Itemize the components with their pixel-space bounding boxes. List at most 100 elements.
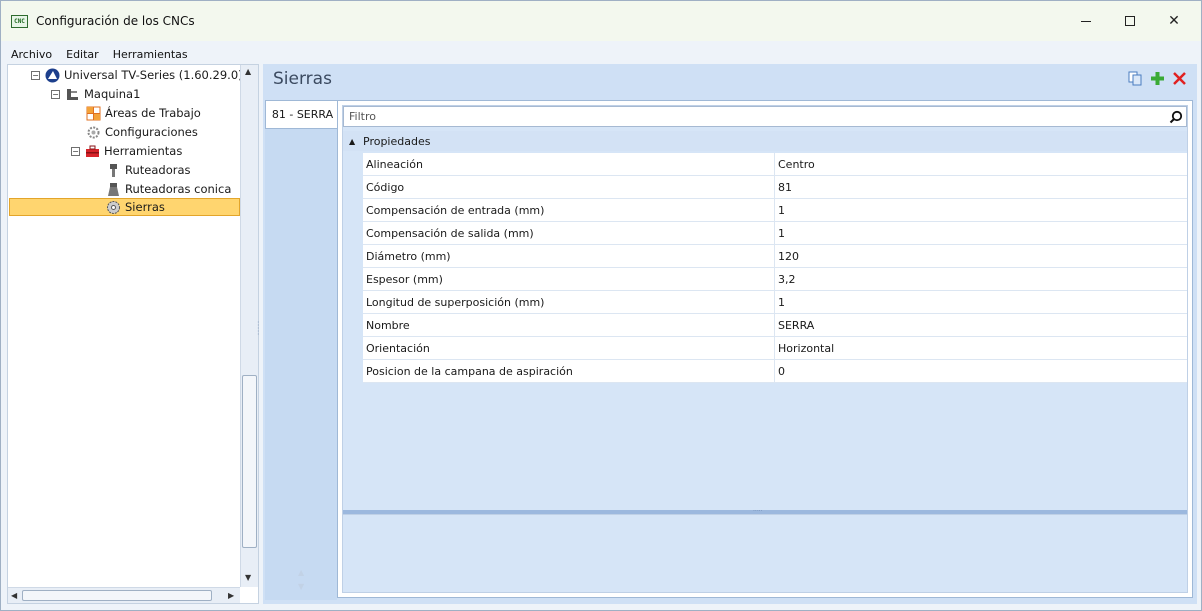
property-grid: Alineación Centro Código 81 Compensación… [363,153,1187,383]
scroll-thumb[interactable] [242,375,257,548]
property-name: Espesor (mm) [363,268,775,290]
tree-item-label: Áreas de Trabajo [105,106,201,120]
property-row[interactable]: Alineación Centro [363,153,1187,176]
tree-vertical-scrollbar[interactable]: ▲ ▼ [240,65,258,587]
property-editor: ▲ Propiedades Alineación Centro Código 8… [337,100,1193,598]
panel-toolbar [1127,70,1187,86]
property-value[interactable]: 3,2 [775,268,1187,290]
add-button[interactable] [1149,70,1165,86]
tree-item-label: Herramientas [104,144,183,158]
description-pane [343,514,1187,592]
property-name: Posicion de la campana de aspiración [363,360,775,382]
tree-item-maquina1[interactable]: − Maquina1 [51,85,140,103]
close-button[interactable]: ✕ [1151,1,1197,41]
property-name: Nombre [363,314,775,336]
tabs-scroll-up-icon[interactable]: ▲ [298,568,304,577]
filter-box [343,106,1187,127]
tree-item-label: Maquina1 [84,87,141,101]
property-row[interactable]: Posicion de la campana de aspiración 0 [363,360,1187,383]
collapse-icon[interactable]: − [31,70,40,80]
property-name: Compensación de salida (mm) [363,222,775,244]
window-title: Configuración de los CNCs [36,14,195,28]
collapse-icon[interactable]: − [51,89,60,99]
tree-item-label: Sierras [125,200,165,214]
scroll-thumb[interactable] [22,590,212,601]
panel-resize-grip[interactable]: · · · · · [257,319,260,339]
work-areas-icon [86,106,101,121]
property-value[interactable]: 1 [775,222,1187,244]
page-title: Sierras [273,69,332,89]
tree-item-ruteadoras[interactable]: Ruteadoras [106,161,191,179]
close-icon: ✕ [1168,13,1180,29]
universal-logo-icon [45,68,60,83]
tree-item-label: Ruteadoras conica [125,182,232,196]
menu-archivo[interactable]: Archivo [1,48,59,61]
maximize-icon [1125,16,1135,26]
minimize-icon [1081,20,1091,22]
tree-item-universal[interactable]: − Universal TV-Series (1.60.29.0) [31,66,243,84]
tree-horizontal-scrollbar[interactable]: ◀ ▶ [8,587,240,603]
property-row[interactable]: Código 81 [363,176,1187,199]
delete-button[interactable] [1171,70,1187,86]
property-row[interactable]: Diámetro (mm) 120 [363,245,1187,268]
tree-item-ruteadoras-conica[interactable]: Ruteadoras conica [106,180,231,198]
property-row[interactable]: Nombre SERRA [363,314,1187,337]
property-name: Compensación de entrada (mm) [363,199,775,221]
scroll-up-icon[interactable]: ▲ [245,67,251,76]
property-value[interactable]: 81 [775,176,1187,198]
saw-blade-icon [106,200,121,215]
property-value[interactable]: 1 [775,199,1187,221]
delete-icon [1172,71,1186,85]
tree-item-herramientas[interactable]: − Herramientas [71,142,182,160]
tree-item-configuraciones[interactable]: Configuraciones [86,123,198,141]
property-name: Alineación [363,153,775,175]
property-value[interactable]: SERRA [775,314,1187,336]
maximize-button[interactable] [1107,1,1153,41]
property-value[interactable]: Centro [775,153,1187,175]
property-row[interactable]: Compensación de salida (mm) 1 [363,222,1187,245]
property-value[interactable]: 1 [775,291,1187,313]
chevron-up-icon[interactable]: ▲ [349,137,363,146]
property-name: Diámetro (mm) [363,245,775,267]
property-grid-container: ▲ Propiedades Alineación Centro Código 8… [342,105,1188,593]
property-name: Orientación [363,337,775,359]
toolbox-icon [85,144,100,159]
menu-bar: Archivo Editar Herramientas [1,45,1201,63]
property-row[interactable]: Longitud de superposición (mm) 1 [363,291,1187,314]
tree-item-label: Universal TV-Series (1.60.29.0) [64,68,243,82]
property-row[interactable]: Orientación Horizontal [363,337,1187,360]
category-propiedades[interactable]: ▲ Propiedades [343,131,1187,151]
app-window: CNC Configuración de los CNCs ✕ Archivo … [0,0,1202,611]
scroll-left-icon[interactable]: ◀ [11,591,17,600]
tab-81-serra[interactable]: 81 - SERRA [265,100,339,129]
tool-tabs: 81 - SERRA ▲ ▼ [265,100,339,600]
title-bar: CNC Configuración de los CNCs ✕ [1,1,1201,41]
property-value[interactable]: Horizontal [775,337,1187,359]
tree-item-areas-de-trabajo[interactable]: Áreas de Trabajo [86,104,201,122]
menu-editar[interactable]: Editar [59,48,106,61]
property-name: Longitud de superposición (mm) [363,291,775,313]
search-icon[interactable] [1166,110,1186,124]
property-value[interactable]: 0 [775,360,1187,382]
machine-icon [65,87,80,102]
copy-button[interactable] [1127,70,1143,86]
collapse-icon[interactable]: − [71,146,80,156]
tree-item-label: Ruteadoras [125,163,191,177]
menu-herramientas[interactable]: Herramientas [106,48,195,61]
minimize-button[interactable] [1063,1,1109,41]
tree-item-sierras[interactable]: Sierras [9,198,240,216]
property-row[interactable]: Compensación de entrada (mm) 1 [363,199,1187,222]
property-row[interactable]: Espesor (mm) 3,2 [363,268,1187,291]
property-value[interactable]: 120 [775,245,1187,267]
filter-input[interactable] [344,107,1166,126]
machine-tree: − Universal TV-Series (1.60.29.0) − Maqu… [7,64,259,604]
tool-editor-panel: Sierras 81 - SERRA ▲ ▼ Filtro ▲ Propieda… [263,64,1197,604]
scroll-down-icon[interactable]: ▼ [245,573,251,582]
settings-gear-icon [86,125,101,140]
tabs-scroll-down-icon[interactable]: ▼ [298,582,304,591]
scroll-right-icon[interactable]: ▶ [228,591,234,600]
conical-router-icon [106,182,121,197]
add-icon [1150,71,1164,85]
property-name: Código [363,176,775,198]
cnc-app-icon: CNC [11,14,28,28]
